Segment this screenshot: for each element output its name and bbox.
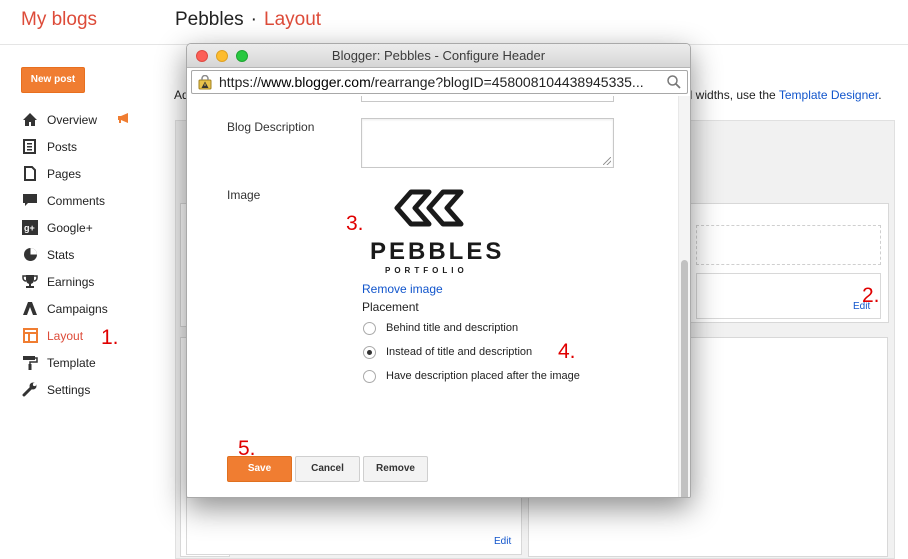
placement-option-instead[interactable]: Instead of title and description bbox=[363, 344, 532, 360]
sidebar-item-label: Posts bbox=[47, 139, 78, 154]
breadcrumb-separator: · bbox=[250, 9, 257, 30]
remove-image-link[interactable]: Remove image bbox=[362, 282, 443, 296]
megaphone-icon[interactable] bbox=[117, 112, 131, 127]
sidebar-item-template[interactable]: Template bbox=[21, 349, 171, 376]
logo-subtitle: PORTFOLIO bbox=[385, 266, 468, 275]
blog-description-textarea[interactable] bbox=[361, 118, 614, 168]
placement-option-label: Have description placed after the image bbox=[386, 370, 580, 382]
placement-option-label: Behind title and description bbox=[386, 322, 519, 334]
layout-intro-text-fragment: nd widths, use the bbox=[679, 88, 776, 102]
sidebar-item-label: Google+ bbox=[47, 220, 93, 235]
save-button[interactable]: Save bbox=[227, 456, 292, 482]
url-text[interactable]: https://www.blogger.com/rearrange?blogID… bbox=[219, 74, 664, 90]
logo-title: PEBBLES bbox=[370, 238, 505, 265]
sidebar-item-layout[interactable]: Layout bbox=[21, 322, 171, 349]
sidebar-item-settings[interactable]: Settings bbox=[21, 376, 171, 403]
placement-option-label: Instead of title and description bbox=[386, 346, 533, 358]
body-gadget[interactable] bbox=[186, 497, 522, 555]
sidebar-item-posts[interactable]: Posts bbox=[21, 133, 171, 160]
sidebar-item-pages[interactable]: Pages bbox=[21, 160, 171, 187]
placement-option-after[interactable]: Have description placed after the image bbox=[363, 368, 580, 384]
annotation-step-5: 5. bbox=[238, 437, 256, 460]
sidebar-item-earnings[interactable]: Earnings bbox=[21, 268, 171, 295]
sidebar-item-label: Layout bbox=[47, 328, 84, 343]
url-host: www.blogger.com bbox=[261, 74, 371, 90]
adwords-icon bbox=[21, 301, 39, 317]
sidebar-item-stats[interactable]: Stats bbox=[21, 241, 171, 268]
pages-icon bbox=[21, 166, 39, 182]
stats-icon bbox=[21, 247, 39, 263]
image-label: Image bbox=[227, 188, 261, 202]
url-scheme: https:// bbox=[219, 74, 262, 90]
google-plus-icon: g+ bbox=[21, 220, 39, 236]
sidebar-item-label: Comments bbox=[47, 193, 106, 208]
scrollbar-thumb[interactable] bbox=[681, 260, 688, 497]
configure-header-window: Blogger: Pebbles - Configure Header http… bbox=[186, 43, 691, 498]
window-title: Blogger: Pebbles - Configure Header bbox=[331, 48, 546, 63]
window-titlebar[interactable]: Blogger: Pebbles - Configure Header bbox=[187, 44, 690, 68]
blog-description-label: Blog Description bbox=[227, 120, 315, 134]
sidebar-item-overview[interactable]: Overview bbox=[21, 106, 171, 133]
body-edit-link[interactable]: Edit bbox=[494, 536, 511, 547]
wrench-icon bbox=[21, 382, 39, 398]
annotation-step-3: 3. bbox=[346, 212, 364, 235]
posts-icon bbox=[21, 139, 39, 155]
security-warning-icon[interactable] bbox=[197, 74, 213, 95]
sidebar-item-campaigns[interactable]: Campaigns bbox=[21, 295, 171, 322]
sidebar-item-label: Template bbox=[47, 355, 96, 370]
header-image-preview: PEBBLES PORTFOLIO bbox=[362, 186, 502, 278]
trophy-icon bbox=[21, 274, 39, 290]
breadcrumb: Pebbles · Layout bbox=[175, 9, 321, 31]
sidebar-item-label: Pages bbox=[47, 166, 82, 181]
placement-label: Placement bbox=[362, 300, 419, 314]
url-bar[interactable]: https://www.blogger.com/rearrange?blogID… bbox=[191, 70, 688, 94]
configure-header-form: Blog Description Image PEBBLES PORTFOLIO… bbox=[187, 96, 690, 497]
new-post-button[interactable]: New post bbox=[21, 67, 85, 93]
sidebar-item-label: Stats bbox=[47, 247, 75, 262]
comments-icon bbox=[21, 193, 39, 209]
radio-button[interactable] bbox=[363, 369, 376, 383]
paint-roller-icon bbox=[21, 355, 39, 371]
header-gadget[interactable] bbox=[696, 273, 881, 319]
resize-grip-icon[interactable] bbox=[603, 157, 611, 165]
template-designer-link[interactable]: Template Designer bbox=[779, 88, 878, 102]
sidebar-item-google-plus[interactable]: g+ Google+ bbox=[21, 214, 171, 241]
sidebar-item-label: Overview bbox=[47, 112, 98, 127]
blog-name[interactable]: Pebbles bbox=[175, 9, 244, 30]
placement-option-behind[interactable]: Behind title and description bbox=[363, 320, 518, 336]
my-blogs-link[interactable]: My blogs bbox=[21, 9, 97, 31]
annotation-step-4: 4. bbox=[558, 340, 576, 363]
layout-icon bbox=[21, 328, 39, 344]
search-icon[interactable] bbox=[666, 74, 682, 95]
breadcrumb-layout: Layout bbox=[264, 9, 322, 30]
blog-title-field-bottom[interactable] bbox=[361, 96, 614, 102]
add-gadget-placeholder[interactable] bbox=[696, 225, 881, 265]
cancel-button[interactable]: Cancel bbox=[295, 456, 360, 482]
sidebar-item-comments[interactable]: Comments bbox=[21, 187, 171, 214]
svg-text:g+: g+ bbox=[24, 223, 35, 233]
sidebar-nav: Overview Posts Pages Comments g+ Google+… bbox=[21, 106, 171, 403]
sidebar-item-label: Settings bbox=[47, 382, 91, 397]
sidebar-item-label: Campaigns bbox=[47, 301, 108, 316]
annotation-step-2: 2. bbox=[862, 284, 880, 307]
sidebar-item-label: Earnings bbox=[47, 274, 95, 289]
radio-button-selected[interactable] bbox=[363, 345, 376, 359]
home-icon bbox=[21, 112, 39, 128]
annotation-step-1: 1. bbox=[101, 326, 119, 349]
layout-intro-period: . bbox=[878, 88, 882, 102]
pebbles-logo-mark-icon bbox=[394, 189, 464, 227]
scrollbar[interactable] bbox=[678, 96, 690, 497]
layout-intro-text-right: nd widths, use the Template Designer. bbox=[679, 88, 882, 102]
radio-button[interactable] bbox=[363, 321, 376, 335]
url-path: /rearrange?blogID=458008104438945335... bbox=[370, 74, 644, 90]
remove-button[interactable]: Remove bbox=[363, 456, 428, 482]
